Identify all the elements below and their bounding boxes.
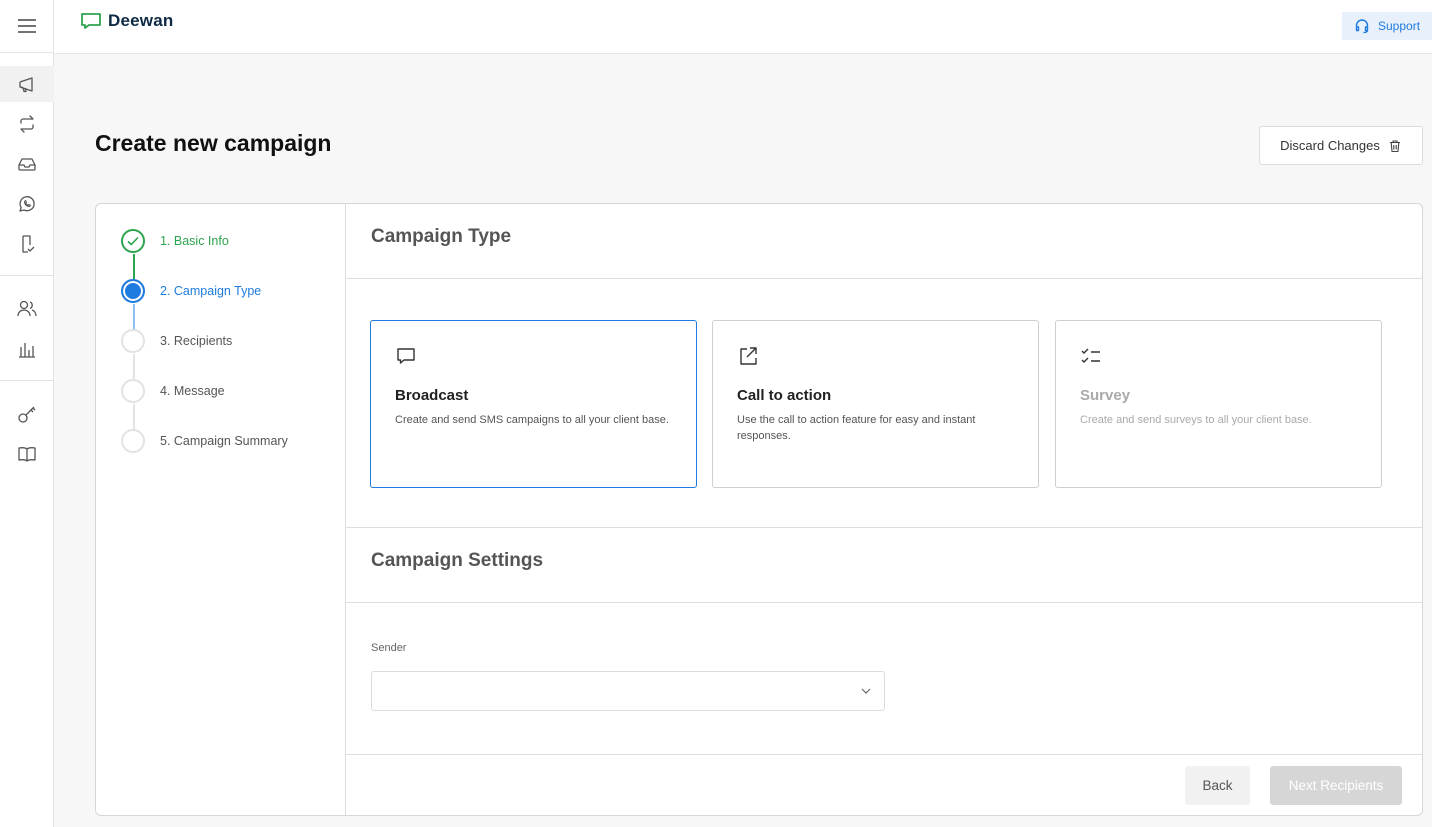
headset-icon bbox=[1355, 19, 1369, 34]
step-recipients[interactable]: 3. Recipients bbox=[121, 328, 232, 354]
campaign-settings-title: Campaign Settings bbox=[371, 550, 544, 571]
sender-select[interactable] bbox=[371, 671, 885, 711]
step-label: 1. Basic Info bbox=[160, 234, 229, 248]
brand-name: Deewan bbox=[108, 11, 174, 30]
message-square-icon bbox=[397, 348, 415, 364]
current-step-indicator bbox=[121, 279, 145, 303]
whatsapp-nav-icon[interactable] bbox=[0, 186, 54, 222]
next-recipients-button[interactable]: Next Recipients bbox=[1270, 766, 1402, 805]
step-label: 5. Campaign Summary bbox=[160, 434, 288, 448]
brand-logo[interactable]: Deewan bbox=[80, 11, 173, 31]
option-description: Use the call to action feature for easy … bbox=[737, 414, 976, 442]
survey-option: Survey Create and send surveys to all yo… bbox=[1055, 320, 1382, 488]
campaigns-nav-icon[interactable] bbox=[0, 66, 54, 102]
broadcast-option[interactable]: Broadcast Create and send SMS campaigns … bbox=[370, 320, 697, 488]
side-rail bbox=[0, 0, 54, 827]
step-label: 3. Recipients bbox=[160, 334, 233, 348]
campaign-type-title: Campaign Type bbox=[371, 226, 512, 247]
call-to-action-option[interactable]: Call to action Use the call to action fe… bbox=[712, 320, 1039, 488]
back-button[interactable]: Back bbox=[1185, 766, 1250, 805]
checklist-icon bbox=[1081, 348, 1100, 363]
option-name: Call to action bbox=[737, 387, 832, 404]
step-campaign-type[interactable]: 2. Campaign Type bbox=[121, 278, 261, 304]
step-basic-info[interactable]: 1. Basic Info bbox=[121, 228, 229, 254]
discard-changes-button[interactable]: Discard Changes bbox=[1259, 126, 1423, 165]
step-label: 4. Message bbox=[160, 384, 225, 398]
page-title: Create new campaign bbox=[95, 130, 332, 156]
chevron-down-icon bbox=[861, 688, 871, 694]
inbox-nav-icon[interactable] bbox=[0, 146, 54, 182]
support-label: Support bbox=[1378, 19, 1421, 33]
campaign-wizard-card: 1. Basic Info 2. Campaign Type 3. Recipi… bbox=[95, 203, 1423, 816]
wizard-content: Campaign Type Broadcast Create and send … bbox=[346, 204, 1422, 815]
pending-step-indicator bbox=[121, 379, 145, 403]
top-bar: Deewan Support bbox=[54, 0, 1432, 54]
discard-label: Discard Changes bbox=[1280, 138, 1380, 153]
pending-step-indicator bbox=[121, 329, 145, 353]
chat-logo-icon bbox=[81, 13, 101, 29]
pending-step-indicator bbox=[121, 429, 145, 453]
sender-label: Sender bbox=[371, 642, 407, 654]
mobile-check-nav-icon[interactable] bbox=[0, 226, 54, 262]
option-description: Create and send SMS campaigns to all you… bbox=[395, 414, 669, 426]
step-label: 2. Campaign Type bbox=[160, 284, 262, 298]
stepper: 1. Basic Info 2. Campaign Type 3. Recipi… bbox=[96, 204, 346, 815]
menu-icon[interactable] bbox=[0, 0, 54, 53]
support-button[interactable]: Support bbox=[1342, 12, 1432, 40]
option-name: Survey bbox=[1080, 387, 1131, 404]
analytics-nav-icon[interactable] bbox=[0, 331, 54, 367]
option-name: Broadcast bbox=[395, 387, 469, 404]
contacts-nav-icon[interactable] bbox=[0, 291, 54, 327]
trash-icon bbox=[1389, 139, 1400, 152]
key-nav-icon[interactable] bbox=[0, 396, 54, 432]
step-message[interactable]: 4. Message bbox=[121, 378, 225, 404]
external-link-icon bbox=[740, 347, 757, 365]
option-description: Create and send surveys to all your clie… bbox=[1080, 414, 1312, 426]
step-campaign-summary[interactable]: 5. Campaign Summary bbox=[121, 428, 288, 454]
docs-nav-icon[interactable] bbox=[0, 436, 54, 472]
check-icon bbox=[121, 229, 145, 253]
repeat-nav-icon[interactable] bbox=[0, 106, 54, 142]
